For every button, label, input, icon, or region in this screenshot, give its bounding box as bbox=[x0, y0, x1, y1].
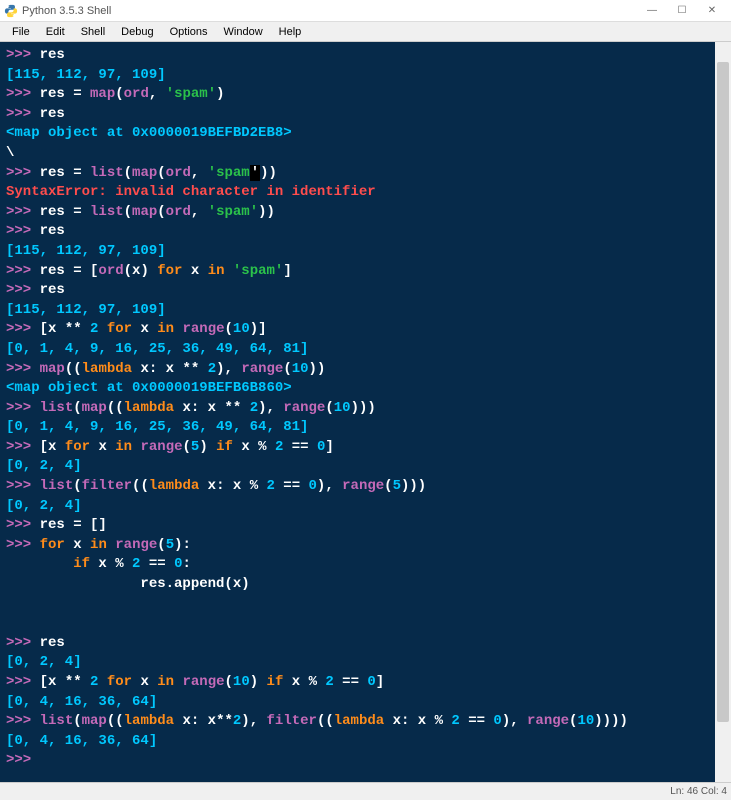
menu-debug[interactable]: Debug bbox=[113, 24, 161, 40]
vertical-scrollbar[interactable] bbox=[715, 42, 731, 782]
shell-line: >>> res bbox=[6, 222, 725, 242]
shell-line: >>> [x for x in range(5) if x % 2 == 0] bbox=[6, 438, 725, 458]
shell-line: >>> map((lambda x: x ** 2), range(10)) bbox=[6, 360, 725, 380]
shell-line: [0, 1, 4, 9, 16, 25, 36, 49, 64, 81] bbox=[6, 418, 725, 438]
shell-line: [0, 4, 16, 36, 64] bbox=[6, 693, 725, 713]
shell-line: >>> list(filter((lambda x: x % 2 == 0), … bbox=[6, 477, 725, 497]
close-button[interactable]: ✕ bbox=[697, 0, 727, 22]
shell-line: >>> res bbox=[6, 46, 725, 66]
cursor-position: Ln: 46 Col: 4 bbox=[670, 786, 727, 797]
shell-line: >>> res bbox=[6, 281, 725, 301]
shell-line: >>> [x ** 2 for x in range(10)] bbox=[6, 320, 725, 340]
menu-edit[interactable]: Edit bbox=[38, 24, 73, 40]
menu-options[interactable]: Options bbox=[162, 24, 216, 40]
window-title: Python 3.5.3 Shell bbox=[22, 5, 111, 17]
shell-line: [115, 112, 97, 109] bbox=[6, 301, 725, 321]
menu-file[interactable]: File bbox=[4, 24, 38, 40]
shell-line: >>> res bbox=[6, 634, 725, 654]
shell-text-area[interactable]: >>> res[115, 112, 97, 109]>>> res = map(… bbox=[0, 42, 731, 782]
menu-shell[interactable]: Shell bbox=[73, 24, 113, 40]
shell-line: [115, 112, 97, 109] bbox=[6, 66, 725, 86]
python-icon bbox=[4, 4, 18, 18]
menu-help[interactable]: Help bbox=[271, 24, 310, 40]
shell-line: [0, 4, 16, 36, 64] bbox=[6, 732, 725, 752]
shell-line: if x % 2 == 0: bbox=[6, 555, 725, 575]
shell-line: [0, 1, 4, 9, 16, 25, 36, 49, 64, 81] bbox=[6, 340, 725, 360]
shell-line: >>> [x ** 2 for x in range(10) if x % 2 … bbox=[6, 673, 725, 693]
shell-line bbox=[6, 614, 725, 634]
shell-line: <map object at 0x0000019BEFBD2EB8> bbox=[6, 124, 725, 144]
shell-line: >>> res = [ord(x) for x in 'spam'] bbox=[6, 262, 725, 282]
shell-line: [0, 2, 4] bbox=[6, 653, 725, 673]
shell-line: >>> bbox=[6, 751, 725, 771]
shell-line: >>> list(map((lambda x: x ** 2), range(1… bbox=[6, 399, 725, 419]
shell-line: >>> list(map((lambda x: x**2), filter((l… bbox=[6, 712, 725, 732]
scroll-thumb[interactable] bbox=[717, 62, 729, 722]
titlebar: Python 3.5.3 Shell — ☐ ✕ bbox=[0, 0, 731, 22]
shell-line: >>> res = map(ord, 'spam') bbox=[6, 85, 725, 105]
statusbar: Ln: 46 Col: 4 bbox=[0, 782, 731, 800]
shell-line: [0, 2, 4] bbox=[6, 457, 725, 477]
menu-window[interactable]: Window bbox=[216, 24, 271, 40]
shell-line: >>> res = [] bbox=[6, 516, 725, 536]
shell-line: <map object at 0x0000019BEFB6B860> bbox=[6, 379, 725, 399]
shell-line: [0, 2, 4] bbox=[6, 497, 725, 517]
shell-line: [115, 112, 97, 109] bbox=[6, 242, 725, 262]
shell-line: >>> res = list(map(ord, 'spam')) bbox=[6, 203, 725, 223]
shell-line: >>> res bbox=[6, 105, 725, 125]
shell-line: SyntaxError: invalid character in identi… bbox=[6, 183, 725, 203]
shell-line bbox=[6, 595, 725, 615]
shell-line: res.append(x) bbox=[6, 575, 725, 595]
shell-line: >>> for x in range(5): bbox=[6, 536, 725, 556]
shell-line: >>> res = list(map(ord, 'spam')) bbox=[6, 164, 725, 184]
menubar: File Edit Shell Debug Options Window Hel… bbox=[0, 22, 731, 42]
minimize-button[interactable]: — bbox=[637, 0, 667, 22]
shell-line: \ bbox=[6, 144, 725, 164]
maximize-button[interactable]: ☐ bbox=[667, 0, 697, 22]
